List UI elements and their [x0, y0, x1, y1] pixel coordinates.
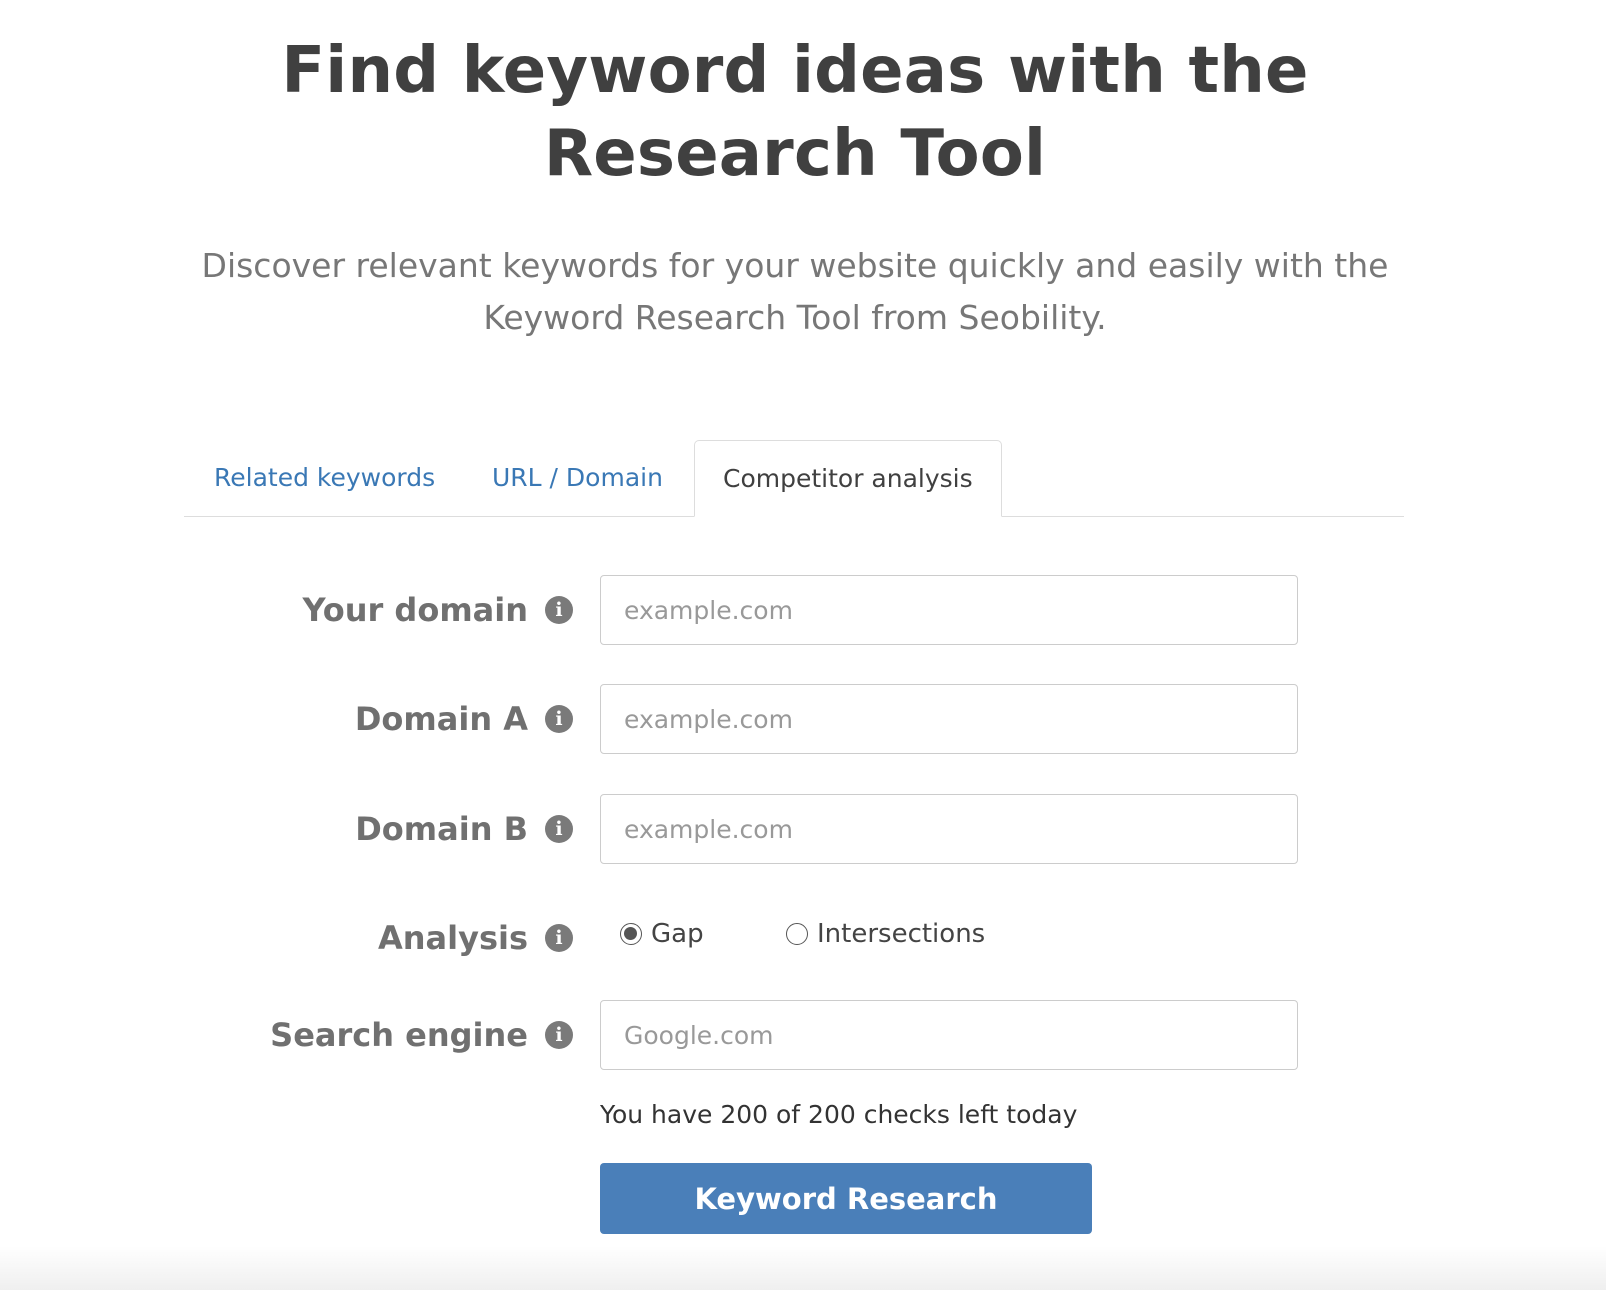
bottom-fade — [0, 1246, 1606, 1290]
page: Find keyword ideas with the Research Too… — [0, 0, 1606, 1290]
domain-b-input[interactable] — [600, 794, 1298, 864]
domain-b-label: Domain B — [355, 810, 528, 848]
your-domain-info-icon[interactable]: i — [545, 596, 573, 624]
intersections-radio-label: Intersections — [817, 919, 986, 949]
your-domain-label: Your domain — [302, 591, 529, 629]
page-subtitle-line-1: Discover relevant keywords for your webs… — [201, 246, 1389, 285]
domain-a-input[interactable] — [600, 684, 1298, 754]
tab-competitor-analysis[interactable]: Competitor analysis — [694, 440, 1002, 517]
checks-left-text: You have 200 of 200 checks left today — [600, 1100, 1078, 1129]
gap-radio-label: Gap — [651, 919, 704, 949]
intersections-radio[interactable] — [786, 923, 808, 945]
gap-radio[interactable] — [620, 923, 642, 945]
search-engine-info-icon[interactable]: i — [545, 1021, 573, 1049]
domain-b-info-icon[interactable]: i — [545, 815, 573, 843]
analysis-info-icon[interactable]: i — [545, 924, 573, 952]
analysis-label: Analysis — [377, 919, 528, 957]
page-title: Find keyword ideas with the Research Too… — [0, 30, 1590, 196]
page-title-line-2: Research Tool — [543, 117, 1047, 191]
analysis-option-gap[interactable]: Gap — [620, 916, 704, 952]
keyword-research-button[interactable]: Keyword Research — [600, 1163, 1092, 1234]
search-engine-label: Search engine — [270, 1016, 528, 1054]
domain-a-info-icon[interactable]: i — [545, 705, 573, 733]
tab-related-keywords[interactable]: Related keywords — [214, 440, 435, 516]
search-engine-input[interactable] — [600, 1000, 1298, 1070]
page-subtitle-line-2: Keyword Research Tool from Seobility. — [483, 298, 1107, 337]
tab-url-domain[interactable]: URL / Domain — [492, 440, 663, 516]
page-title-line-1: Find keyword ideas with the — [281, 34, 1309, 108]
page-subtitle: Discover relevant keywords for your webs… — [0, 240, 1590, 344]
analysis-option-intersections[interactable]: Intersections — [786, 916, 985, 952]
domain-a-label: Domain A — [354, 700, 528, 738]
your-domain-input[interactable] — [600, 575, 1298, 645]
